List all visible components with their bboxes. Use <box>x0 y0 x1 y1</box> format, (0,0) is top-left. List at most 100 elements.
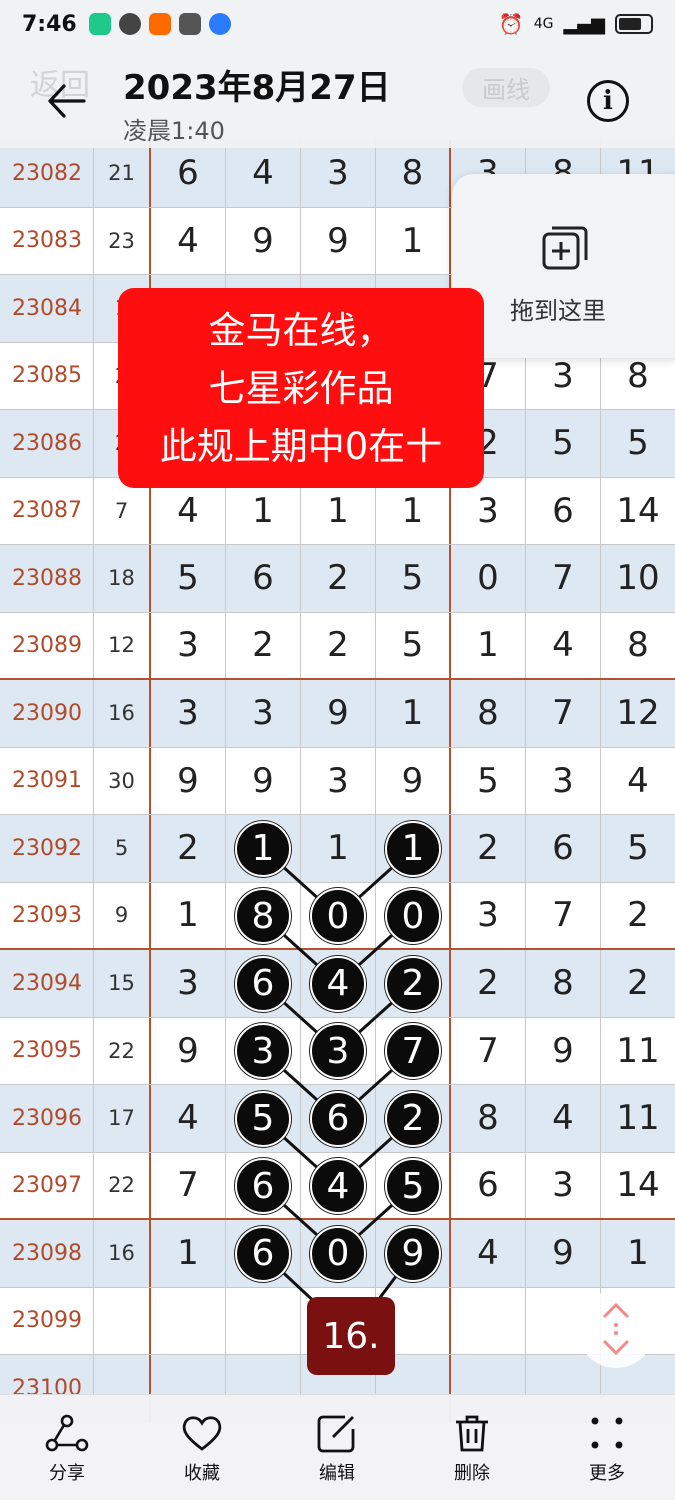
table-row[interactable]: 23090 16 3 3 9 1 8 7 12 <box>0 680 675 748</box>
number-ball: 5 <box>385 1158 441 1215</box>
sum-cell: 5 <box>94 815 151 882</box>
info-icon[interactable]: i <box>587 80 629 122</box>
period-cell: 23084 <box>0 275 94 342</box>
trash-icon <box>456 1415 488 1452</box>
table-row[interactable]: 23091 30 9 9 3 9 5 3 4 <box>0 747 675 815</box>
edit-button[interactable]: 编辑 <box>292 1413 382 1485</box>
delete-button[interactable]: 删除 <box>427 1413 517 1485</box>
taobao-icon <box>148 13 171 35</box>
digit-cell: 6 <box>151 140 226 207</box>
sum-cell <box>94 1287 151 1354</box>
banner-line-3: 此规上期中0在十 <box>159 425 443 468</box>
extra-cell: 5 <box>627 828 649 869</box>
sum-cell: 18 <box>94 545 151 612</box>
extra-cell: 14 <box>616 490 660 531</box>
digit-cell: 8 <box>376 140 451 207</box>
scroll-toggle-button[interactable] <box>577 1290 655 1368</box>
extra-cell: 3 <box>526 747 601 814</box>
number-ball: 4 <box>310 955 366 1012</box>
header: 返回 画线 2023年8月27日 凌晨1:40 i <box>0 48 675 148</box>
sum-cell: 21 <box>94 140 151 207</box>
digit-cell: 6 <box>226 545 301 612</box>
digit-cell: 2 <box>301 612 376 678</box>
digit-cell: 3 <box>226 680 301 747</box>
extra-cell: 8 <box>451 680 526 747</box>
period-cell: 23083 <box>0 207 94 274</box>
status-right: ⏰ 4G ▂▄▆ <box>499 12 653 36</box>
extra-cell: 4 <box>526 1085 601 1152</box>
table-row[interactable]: 23092 5 2 1 2 6 5 <box>0 815 675 883</box>
promo-banner: 金马在线， 七星彩作品 此规上期中0在十 <box>118 288 484 488</box>
digit-cell: 9 <box>151 1017 226 1084</box>
extra-cell: 7 <box>526 882 601 948</box>
table-row[interactable]: 23089 12 3 2 2 5 1 4 8 <box>0 612 675 680</box>
digit-cell: 9 <box>226 207 301 274</box>
period-cell: 23098 <box>0 1220 94 1287</box>
extra-cell: 2 <box>627 963 649 1004</box>
digit-cell: 1 <box>301 815 376 882</box>
extra-cell: 2 <box>451 815 526 882</box>
app2-icon <box>178 13 201 35</box>
up-down-arrows-icon <box>602 1302 630 1356</box>
status-time: 7:46 <box>22 11 77 37</box>
edit-label: 编辑 <box>319 1463 355 1484</box>
number-ball: 6 <box>235 1225 291 1282</box>
more-button[interactable]: 更多 <box>562 1413 652 1485</box>
extra-cell: 14 <box>616 1165 660 1206</box>
page-title: 2023年8月27日 <box>123 68 391 108</box>
extra-cell: 6 <box>526 477 601 544</box>
extra-cell: 5 <box>526 410 601 477</box>
extra-cell: 6 <box>451 1152 526 1218</box>
period-cell: 23093 <box>0 882 94 948</box>
table-row[interactable]: 23088 18 5 6 2 5 0 7 10 <box>0 545 675 613</box>
period-cell: 23086 <box>0 410 94 477</box>
extra-cell: 11 <box>616 1098 660 1139</box>
extra-cell: 2 <box>451 950 526 1017</box>
digit-cell: 2 <box>301 545 376 612</box>
extra-cell: 4 <box>451 1220 526 1287</box>
number-ball: 0 <box>385 888 441 945</box>
result-badge: 16. <box>307 1297 395 1375</box>
extra-cell: 1 <box>451 612 526 678</box>
extra-cell: 6 <box>526 815 601 882</box>
extra-cell: 9 <box>526 1220 601 1287</box>
digit-cell: 3 <box>301 140 376 207</box>
period-cell: 23097 <box>0 1152 94 1218</box>
number-ball: 3 <box>310 1023 366 1080</box>
digit-cell <box>226 1287 301 1354</box>
signal-icon: ▂▄▆ <box>563 13 605 35</box>
number-ball: 5 <box>235 1090 291 1147</box>
period-cell: 23096 <box>0 1085 94 1152</box>
digit-cell: 3 <box>151 950 226 1017</box>
drag-drop-target[interactable]: 拖到这里 <box>452 174 675 358</box>
alarm-icon: ⏰ <box>498 12 524 36</box>
extra-cell: 4 <box>526 612 601 678</box>
share-button[interactable]: 分享 <box>22 1413 112 1485</box>
banner-line-2: 七星彩作品 <box>208 367 394 410</box>
period-cell: 23090 <box>0 680 94 747</box>
sum-cell: 22 <box>94 1152 151 1218</box>
extra-cell: 5 <box>451 747 526 814</box>
extra-cell: 2 <box>627 895 649 936</box>
drop-label: 拖到这里 <box>510 297 606 325</box>
number-ball: 4 <box>310 1158 366 1215</box>
back-arrow-icon[interactable] <box>44 78 90 124</box>
favorite-label: 收藏 <box>184 1463 220 1484</box>
digit-cell: 4 <box>151 1085 226 1152</box>
number-ball: 3 <box>235 1023 291 1080</box>
sum-cell: 16 <box>94 680 151 747</box>
favorite-button[interactable]: 收藏 <box>157 1413 247 1485</box>
ghost-draw-button: 画线 <box>462 68 550 107</box>
extra-cell: 12 <box>616 693 660 734</box>
period-cell: 23092 <box>0 815 94 882</box>
number-ball: 0 <box>310 888 366 945</box>
number-ball: 1 <box>385 820 441 877</box>
period-cell: 23099 <box>0 1287 94 1354</box>
number-ball: 6 <box>235 955 291 1012</box>
digit-cell: 7 <box>151 1152 226 1218</box>
digit-cell: 4 <box>226 140 301 207</box>
digit-cell: 5 <box>376 612 451 678</box>
extra-cell: 7 <box>526 545 601 612</box>
number-ball: 6 <box>235 1158 291 1215</box>
period-cell: 23087 <box>0 477 94 544</box>
